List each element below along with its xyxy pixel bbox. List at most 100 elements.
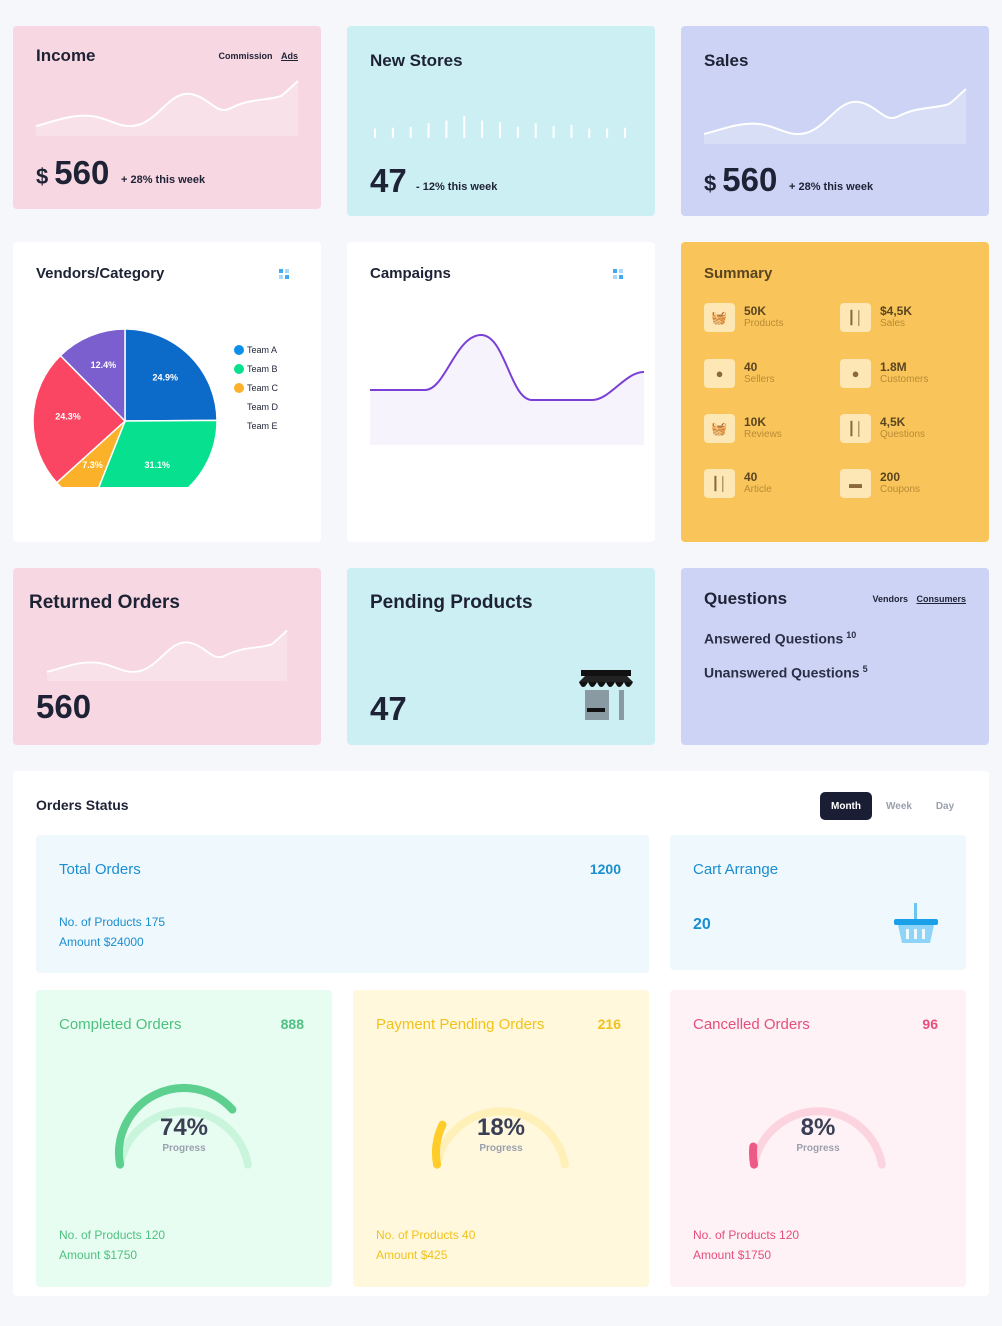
store-bar — [570, 125, 573, 138]
summary-item-products: 🧺 50K Products — [704, 303, 783, 332]
legend-item: Team D — [234, 397, 278, 416]
cancelled-progress-label: Progress — [796, 1143, 840, 1154]
summary-item-questions: ┃│ 4,5K Questions — [840, 414, 925, 443]
store-bar — [516, 126, 519, 138]
card-icon: ▬ — [840, 469, 871, 498]
summary-title: Summary — [704, 265, 773, 282]
cancelled-amount: Amount $1750 — [693, 1248, 772, 1262]
pie-label: 24.3% — [55, 411, 81, 421]
store-bar — [481, 120, 484, 138]
payment-pending-progress-label: Progress — [479, 1143, 523, 1154]
user-icon: ● — [840, 359, 871, 388]
basket-icon — [894, 903, 938, 943]
cancelled-orders-card: Cancelled Orders 96 8% Progress No. of P… — [670, 990, 966, 1287]
legend-item: Team A — [234, 340, 278, 359]
cancelled-count: 96 — [922, 1016, 938, 1032]
bar-chart-icon: ┃│ — [704, 469, 735, 498]
pending-title: Pending Products — [370, 592, 533, 613]
bar-chart-icon: ┃│ — [840, 303, 871, 332]
new-stores-trend: - 12% this week — [416, 181, 498, 193]
cancelled-products: No. of Products 120 — [693, 1228, 800, 1242]
returned-title: Returned Orders — [29, 592, 180, 613]
new-stores-card: New Stores 47 - 12% this week — [347, 26, 655, 216]
total-orders-card: Total Orders 1200 No. of Products 175 Am… — [36, 835, 649, 973]
summary-item-sellers: ● 40 Sellers — [704, 359, 775, 388]
total-orders-count: 1200 — [589, 861, 621, 877]
user-icon: ● — [704, 359, 735, 388]
store-bar — [391, 127, 394, 138]
sales-card: Sales $560 + 28% this week — [681, 26, 989, 216]
returned-value: 560 — [36, 688, 92, 725]
summary-item-customers: ● 1.8M Customers — [840, 359, 928, 388]
completed-percent: 74% — [159, 1114, 209, 1141]
answered-count: 10 — [846, 630, 857, 640]
legend-item: Team E — [234, 416, 278, 435]
new-stores-value: 47 — [370, 162, 407, 199]
questions-card: Questions Vendors Consumers Answered Que… — [681, 568, 989, 745]
total-orders-amount: Amount $24000 — [59, 935, 144, 949]
tab-week[interactable]: Week — [875, 792, 923, 820]
payment-pending-title: Payment Pending Orders — [376, 1016, 545, 1033]
legend-dot — [234, 344, 244, 355]
store-bar — [534, 123, 537, 138]
completed-progress-label: Progress — [162, 1143, 206, 1154]
campaigns-title: Campaigns — [370, 265, 451, 282]
total-orders-products: No. of Products 175 — [59, 915, 166, 929]
tab-day[interactable]: Day — [925, 792, 965, 820]
tab-ads[interactable]: Ads — [281, 51, 298, 61]
store-bar — [588, 128, 591, 138]
answered-questions[interactable]: Answered Questions 10 — [704, 630, 856, 647]
legend-item: Team B — [234, 359, 278, 378]
income-card: Income Commission Ads $560 + 28% this we… — [13, 26, 321, 209]
legend-dot — [234, 421, 244, 431]
tab-month[interactable]: Month — [820, 792, 872, 820]
store-bar — [552, 125, 555, 138]
new-stores-bar-sparkline — [374, 116, 626, 138]
unanswered-questions[interactable]: Unanswered Questions 5 — [704, 664, 868, 681]
summary-item-reviews: 🧺 10K Reviews — [704, 414, 782, 443]
completed-orders-card: Completed Orders 888 74% Progress No. of… — [36, 990, 332, 1287]
income-title: Income — [36, 46, 96, 65]
completed-title: Completed Orders — [59, 1016, 182, 1033]
completed-products: No. of Products 120 — [59, 1228, 166, 1242]
legend-dot — [234, 402, 244, 412]
payment-pending-card: Payment Pending Orders 216 18% Progress … — [353, 990, 649, 1287]
cart-arrange-card: Cart Arrange 20 — [670, 835, 966, 970]
payment-pending-products: No. of Products 40 — [376, 1228, 476, 1242]
grid-dots-icon[interactable] — [279, 269, 289, 279]
orders-status-title: Orders Status — [36, 797, 129, 813]
tab-commission[interactable]: Commission — [218, 51, 272, 61]
summary-item-article: ┃│ 40 Article — [704, 469, 772, 498]
store-bar — [374, 128, 376, 138]
sales-sparkline — [703, 88, 967, 144]
unanswered-count: 5 — [862, 664, 868, 674]
completed-amount: Amount $1750 — [59, 1248, 138, 1262]
vendors-pie-chart: 24.9% 31.1% 7.3% 24.3% 12.4% — [32, 328, 218, 487]
tab-consumers[interactable]: Consumers — [916, 594, 966, 604]
pie-label: 24.9% — [152, 373, 178, 383]
sales-title: Sales — [704, 51, 749, 70]
income-sparkline — [35, 80, 299, 136]
bar-chart-icon: ┃│ — [840, 414, 871, 443]
campaigns-card: Campaigns — [347, 242, 655, 542]
legend-dot — [234, 363, 244, 374]
questions-tabs: Vendors Consumers — [866, 594, 966, 604]
store-bar — [409, 126, 412, 138]
cart-arrange-count: 20 — [693, 916, 711, 933]
grid-dots-icon[interactable] — [613, 269, 623, 279]
completed-count: 888 — [280, 1016, 304, 1032]
tab-vendors[interactable]: Vendors — [872, 594, 908, 604]
new-stores-title: New Stores — [370, 51, 463, 70]
payment-pending-percent: 18% — [476, 1114, 526, 1141]
vendors-legend: Team A Team B Team C Team D Team E — [234, 340, 278, 435]
legend-item: Team C — [234, 378, 278, 397]
summary-item-coupons: ▬ 200 Coupons — [840, 469, 920, 498]
store-bar — [445, 120, 448, 138]
questions-title: Questions — [704, 589, 788, 608]
total-orders-title: Total Orders — [59, 861, 141, 878]
summary-card: Summary 🧺 50K Products ┃│ $4,5K Sales ● 40… — [681, 242, 989, 542]
income-trend: + 28% this week — [121, 174, 206, 186]
vendors-title: Vendors/Category — [36, 265, 165, 282]
payment-pending-count: 216 — [597, 1016, 621, 1032]
returned-sparkline — [46, 629, 288, 681]
